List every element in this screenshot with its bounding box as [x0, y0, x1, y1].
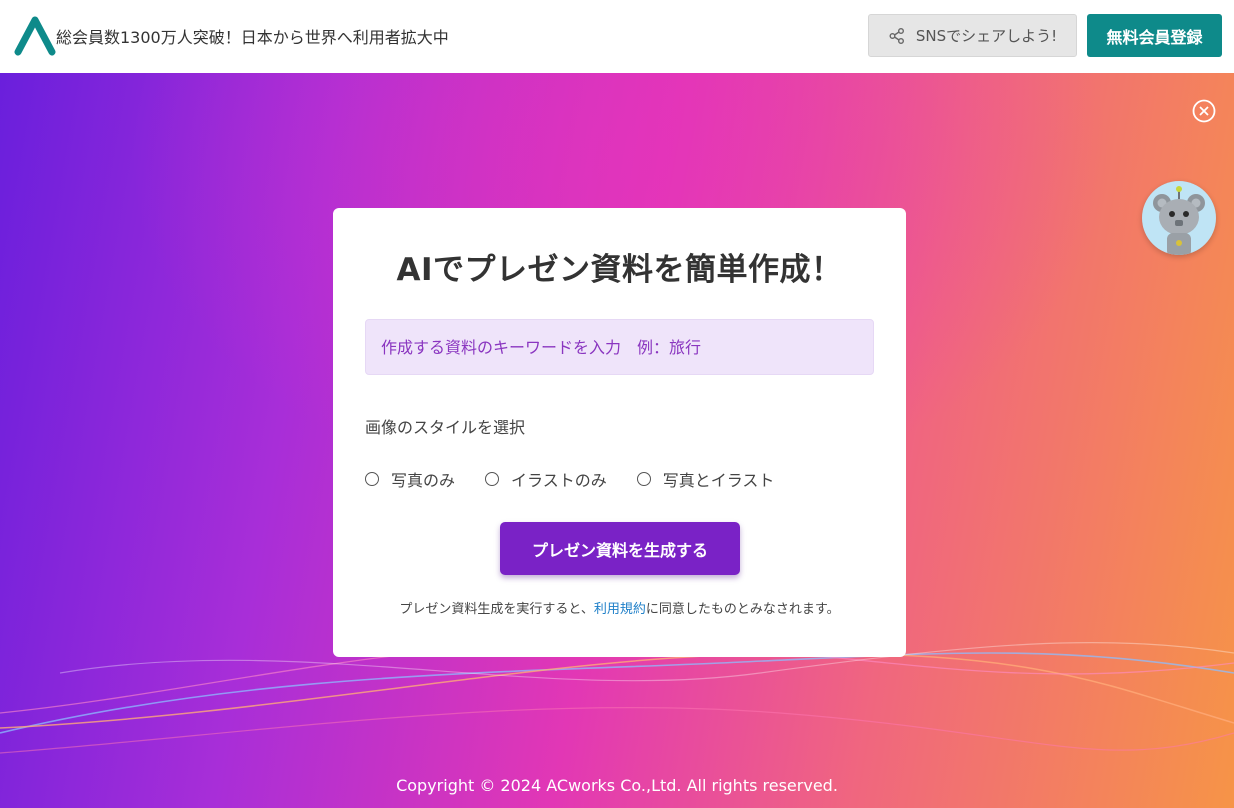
logo-icon[interactable]: [14, 14, 56, 56]
hero-section: AIでプレゼン資料を簡単作成！ 画像のスタイルを選択 写真のみ イラストのみ 写…: [0, 73, 1234, 808]
image-style-label: 画像のスタイルを選択: [365, 418, 526, 437]
robot-mascot-icon[interactable]: [1142, 181, 1216, 255]
terms-prefix: プレゼン資料生成を実行すると、: [399, 602, 594, 617]
radio-label: 写真のみ: [391, 471, 456, 490]
terms-suffix: に同意したものとみなされます。: [645, 602, 840, 617]
close-circle-icon[interactable]: [1192, 99, 1216, 123]
generate-presentation-button[interactable]: プレゼン資料を生成する: [500, 522, 740, 575]
terms-notice: プレゼン資料生成を実行すると、利用規約に同意したものとみなされます。: [333, 598, 906, 617]
site-header: 総会員数1300万人突破！日本から世界へ利用者拡大中 SNSでシェアしよう! 無…: [0, 0, 1234, 73]
presentation-generator-card: AIでプレゼン資料を簡単作成！ 画像のスタイルを選択 写真のみ イラストのみ 写…: [333, 208, 906, 657]
header-tagline: 総会員数1300万人突破！日本から世界へ利用者拡大中: [56, 28, 449, 47]
radio-photo-and-illustration[interactable]: 写真とイラスト: [636, 467, 775, 491]
free-register-button[interactable]: 無料会員登録: [1087, 14, 1222, 57]
radio-label: 写真とイラスト: [662, 471, 775, 490]
card-title: AIでプレゼン資料を簡単作成！: [396, 252, 843, 288]
copyright-text: Copyright © 2024 ACworks Co.,Ltd. All ri…: [396, 776, 838, 795]
terms-of-use-link[interactable]: 利用規約: [594, 602, 646, 617]
image-style-radio-group: 写真のみ イラストのみ 写真とイラスト: [365, 467, 804, 491]
keyword-input[interactable]: [365, 319, 874, 375]
sns-share-button[interactable]: SNSでシェアしよう!: [868, 14, 1077, 57]
share-icon: [889, 27, 904, 44]
radio-label: イラストのみ: [511, 471, 607, 490]
radio-photo-only[interactable]: 写真のみ: [365, 467, 455, 491]
radio-illustration-only[interactable]: イラストのみ: [485, 467, 607, 491]
radio-button[interactable]: [365, 472, 379, 486]
sns-share-label: SNSでシェアしよう!: [915, 27, 1058, 45]
radio-button[interactable]: [485, 472, 500, 486]
robot-bear-icon: [1153, 186, 1205, 255]
radio-button[interactable]: [636, 472, 651, 486]
